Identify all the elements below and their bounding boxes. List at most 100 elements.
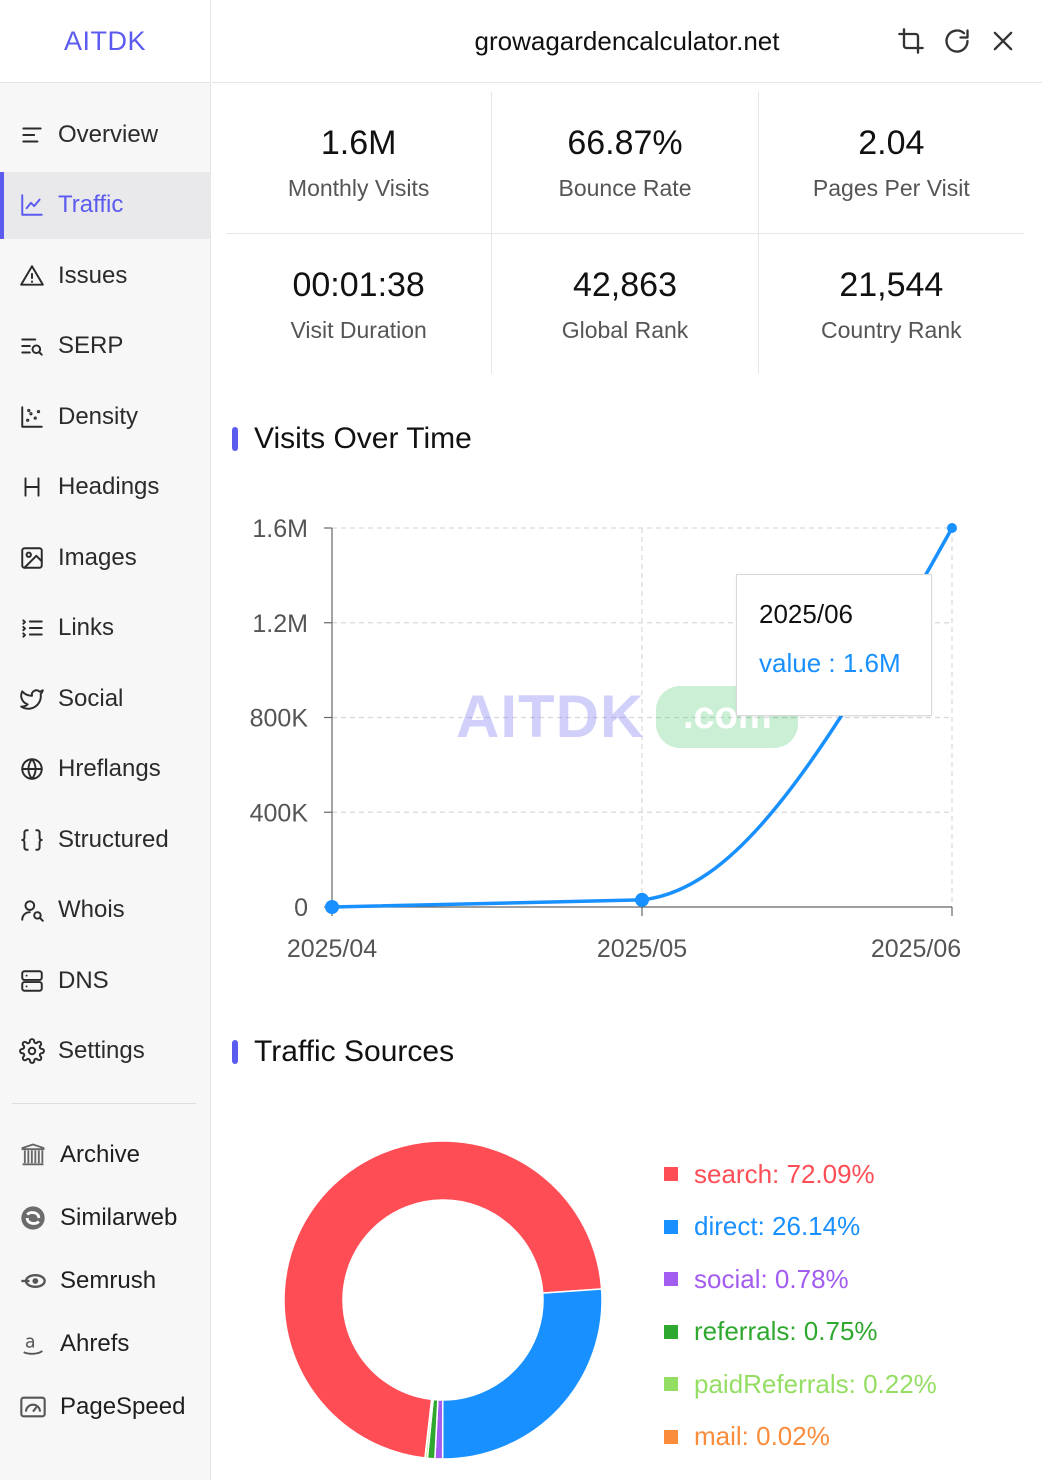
sidebar-item-links[interactable]: Links [0,595,210,662]
donut-slice-direct[interactable] [441,1288,603,1460]
external-link-semrush[interactable]: Semrush [0,1250,210,1313]
donut-legend: search: 72.09% direct: 26.14% social: 0.78… [664,1148,937,1463]
data-point [635,892,649,907]
stat-label: Pages Per Visit [812,175,970,201]
semrush-icon [18,1266,48,1296]
legend-swatch [664,1272,678,1287]
external-link-label: Similarweb [60,1204,178,1231]
sidebar-item-issues[interactable]: Issues [0,242,210,309]
legend-item-paidreferrals[interactable]: paidReferrals: 0.22% [664,1358,937,1411]
links-icon [18,614,46,642]
x-tick-label: 2025/06 [871,935,961,963]
sidebar-item-label: Structured [58,825,169,853]
traffic-icon [18,191,46,219]
stat-value: 1.6M [320,124,397,162]
external-link-ahrefs[interactable]: a Ahrefs [0,1313,210,1376]
sidebar-item-label: Traffic [58,191,124,218]
legend-swatch [664,1167,678,1182]
ahrefs-icon: a [18,1329,48,1359]
sidebar-item-dns[interactable]: DNS [0,947,210,1014]
sidebar-nav: Overview Traffic Issues SERP Density Headings… [0,83,210,1085]
crop-button[interactable] [896,26,926,56]
external-link-label: Semrush [60,1267,157,1294]
external-link-label: Ahrefs [60,1330,130,1357]
stat-label: Bounce Rate [558,175,692,201]
warning-icon [18,262,46,290]
close-icon [993,31,1013,51]
pagespeed-icon [18,1392,48,1422]
header: growagardencalculator.net [212,0,1042,83]
legend-item-social[interactable]: social: 0.78% [664,1253,937,1306]
stat-visit-duration: 00:01:38 Visit Duration [226,234,491,374]
sidebar: AITDK Overview Traffic Issues SERP Density He… [0,0,211,1480]
y-tick-label: 1.6M [252,515,308,543]
braces-icon [18,826,46,854]
sidebar-item-label: Whois [58,896,125,923]
archive-icon [18,1140,48,1170]
sidebar-item-label: Overview [58,120,159,148]
refresh-icon [945,29,969,53]
sidebar-item-settings[interactable]: Settings [0,1018,210,1085]
globe-icon [18,755,46,783]
sidebar-item-structured[interactable]: Structured [0,806,210,873]
sources-title-text: Traffic Sources [254,1035,455,1068]
sidebar-item-whois[interactable]: Whois [0,877,210,944]
legend-item-search[interactable]: search: 72.09% [664,1148,937,1201]
legend-swatch [664,1429,678,1444]
serp-icon [18,332,46,360]
data-point [325,900,339,914]
stat-value: 00:01:38 [292,266,425,304]
data-point [947,523,957,533]
sources-section-title: Traffic Sources [232,1035,454,1069]
stat-global-rank: 42,863 Global Rank [491,234,757,374]
external-link-label: PageSpeed [60,1393,186,1420]
stat-value: 66.87% [567,124,683,162]
sidebar-item-density[interactable]: Density [0,383,210,450]
y-tick-label: 0 [294,894,308,922]
stat-value: 21,544 [839,266,944,304]
external-link-similarweb[interactable]: Similarweb [0,1187,210,1250]
refresh-button[interactable] [942,26,972,56]
sidebar-item-serp[interactable]: SERP [0,313,210,380]
close-button[interactable] [988,26,1018,56]
sidebar-item-hreflangs[interactable]: Hreflangs [0,736,210,803]
stat-label: Country Rank [821,317,962,343]
sidebar-item-headings[interactable]: Headings [0,454,210,521]
sidebar-item-label: Issues [58,261,128,289]
svg-text:a: a [25,1333,36,1353]
title-accent-bar [232,1040,238,1064]
stat-monthly-visits: 1.6M Monthly Visits [226,92,491,233]
legend-swatch [664,1324,678,1339]
heading-icon [18,473,46,501]
legend-label: search: 72.09% [694,1158,875,1189]
visits-title-text: Visits Over Time [254,422,472,455]
y-tick-label: 1.2M [252,610,308,638]
crop-icon [898,28,924,54]
external-link-archive[interactable]: Archive [0,1124,210,1187]
sidebar-item-images[interactable]: Images [0,524,210,591]
legend-item-mail[interactable]: mail: 0.02% [664,1411,937,1464]
stat-pages-per-visit: 2.04 Pages Per Visit [757,92,1024,233]
external-link-pagespeed[interactable]: PageSpeed [0,1376,210,1439]
sidebar-item-label: Settings [58,1037,145,1064]
y-tick-label: 400K [250,799,309,827]
sidebar-item-overview[interactable]: Overview [0,101,210,168]
sidebar-item-label: Links [58,614,115,641]
legend-label: direct: 26.14% [694,1211,861,1242]
sidebar-item-traffic[interactable]: Traffic [0,171,210,239]
external-tools: Archive Similarweb Semrush a Ahrefs PageSpeed [0,1124,210,1439]
y-tick-label: 800K [250,705,309,733]
legend-label: social: 0.78% [694,1263,849,1294]
x-tick-label: 2025/04 [287,935,377,963]
gear-icon [18,1037,46,1065]
legend-item-direct[interactable]: direct: 26.14% [664,1201,937,1254]
legend-item-referrals[interactable]: referrals: 0.75% [664,1306,937,1359]
stat-label: Global Rank [561,317,689,343]
sidebar-item-label: DNS [58,966,109,994]
sidebar-item-label: Social [58,684,124,712]
brand-logo[interactable]: AITDK [0,0,210,83]
legend-swatch [664,1377,678,1392]
stats-grid: 1.6M Monthly Visits 66.87% Bounce Rate 2… [226,92,1024,374]
tooltip-value: value : 1.6M [759,648,901,678]
sidebar-item-social[interactable]: Social [0,665,210,732]
